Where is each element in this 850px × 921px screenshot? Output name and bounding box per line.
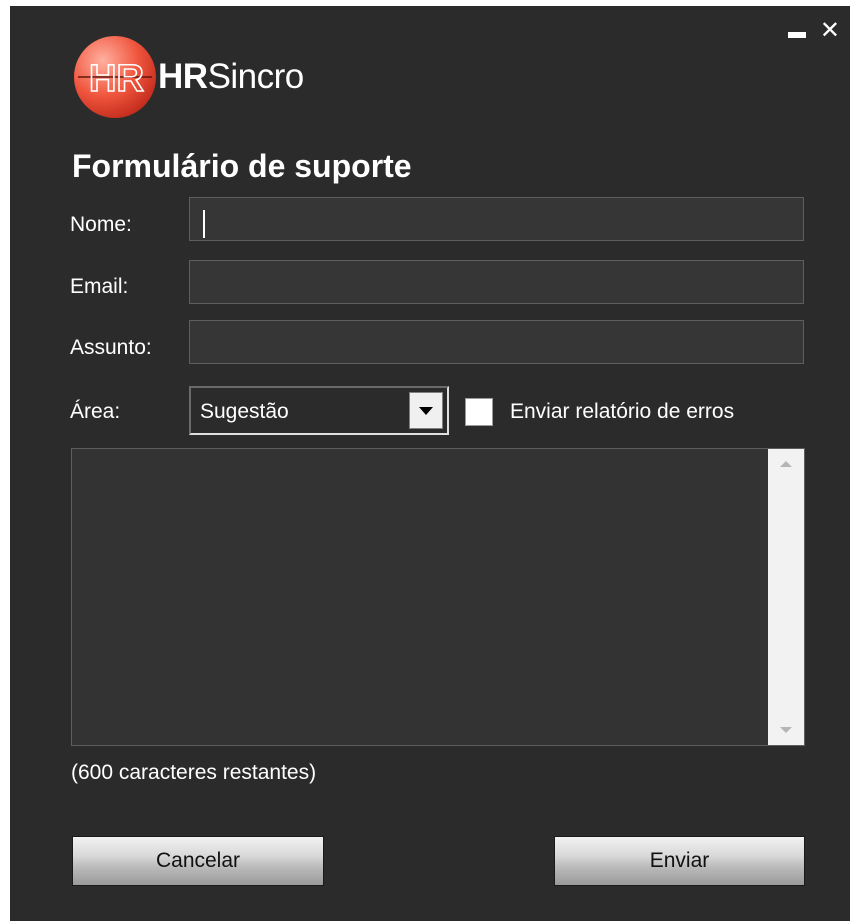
email-label: Email: bbox=[70, 275, 129, 298]
window-controls: ✕ bbox=[787, 18, 840, 42]
logo-emblem-icon: HR bbox=[74, 36, 156, 118]
brand-name-rest: Sincro bbox=[207, 57, 305, 96]
area-label: Área: bbox=[70, 400, 121, 423]
brand-name: HRSincro bbox=[158, 57, 304, 97]
error-report-checkbox[interactable] bbox=[465, 398, 493, 426]
minimize-icon[interactable] bbox=[787, 32, 806, 38]
name-field[interactable] bbox=[189, 197, 804, 241]
send-button[interactable]: Enviar bbox=[554, 836, 805, 886]
scroll-down-button[interactable] bbox=[768, 715, 804, 745]
cancel-button[interactable]: Cancelar bbox=[72, 836, 324, 886]
remaining-characters-text: (600 caracteres restantes) bbox=[71, 761, 317, 784]
text-caret bbox=[203, 210, 205, 238]
name-label: Nome: bbox=[70, 213, 132, 236]
subject-field[interactable] bbox=[189, 320, 804, 364]
area-selected-value: Sugestão bbox=[200, 400, 289, 423]
brand-name-bold: HR bbox=[158, 57, 208, 96]
message-textarea[interactable] bbox=[72, 449, 768, 745]
app-logo: HR HRSincro bbox=[74, 36, 304, 118]
error-report-label: Enviar relatório de erros bbox=[510, 400, 735, 423]
support-form-window: ✕ HR HRSincro Formulário de suporte Nome… bbox=[10, 6, 850, 921]
message-scrollbar[interactable] bbox=[768, 449, 804, 745]
subject-label: Assunto: bbox=[70, 336, 152, 359]
logo-mark-text: HR bbox=[89, 58, 144, 100]
area-select[interactable]: Sugestão bbox=[189, 386, 449, 435]
scroll-up-button[interactable] bbox=[768, 449, 804, 479]
scroll-up-icon bbox=[780, 461, 792, 467]
message-area bbox=[71, 448, 805, 746]
close-icon[interactable]: ✕ bbox=[820, 18, 840, 42]
area-dropdown-button[interactable] bbox=[409, 392, 443, 429]
scroll-down-icon bbox=[780, 727, 792, 733]
chevron-down-icon bbox=[419, 406, 433, 415]
email-field[interactable] bbox=[189, 260, 804, 304]
form-title: Formulário de suporte bbox=[72, 148, 412, 184]
